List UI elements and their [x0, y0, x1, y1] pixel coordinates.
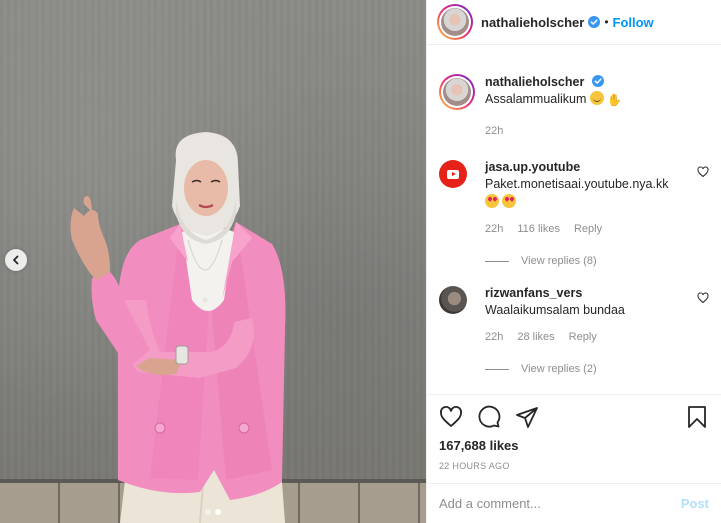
comment-input[interactable] [439, 495, 681, 511]
comment-username[interactable]: jasa.up.youtube [485, 159, 709, 176]
caption-header-line: nathalieholscher [485, 74, 709, 91]
comment-body: jasa.up.youtube Paket.monetisaai.youtube… [485, 159, 709, 238]
chevron-left-icon [13, 255, 19, 265]
instagram-post: nathalieholscher • Follow nathalieholsch… [0, 0, 721, 523]
folded-hands-icon: ✋ [607, 93, 623, 107]
comment: rizwanfans_vers Waalaikumsalam bundaa 22… [439, 286, 709, 346]
caption-username[interactable]: nathalieholscher [485, 75, 584, 89]
author-username[interactable]: nathalieholscher [481, 15, 584, 30]
caption-text-line: Assalammualikum ✋ [485, 91, 709, 109]
woman-figure [70, 132, 286, 523]
view-replies-button[interactable]: View replies (8) [485, 255, 709, 267]
commenter-avatar[interactable] [439, 160, 467, 188]
view-replies-label: View replies (8) [521, 255, 597, 267]
avatar-image [443, 78, 471, 106]
share-paper-plane-icon[interactable] [515, 405, 539, 429]
comment-username[interactable]: rizwanfans_vers [485, 285, 709, 302]
like-heart-icon[interactable] [439, 405, 463, 429]
youtube-logo-icon [447, 169, 459, 179]
heart-eyes-icon [485, 194, 499, 208]
action-bar [439, 395, 709, 439]
view-replies-label: View replies (2) [521, 363, 597, 375]
save-bookmark-icon[interactable] [685, 405, 709, 429]
comment-likes[interactable]: 116 likes [517, 221, 560, 238]
comment-time: 22h [485, 223, 504, 235]
post-actions: 167,688 likes 22 HOURS AGO Post [427, 394, 721, 522]
heart-eyes-icon [502, 194, 517, 208]
comment-meta: 22h 116 likes Reply [485, 221, 709, 238]
comment-meta: 22h 28 likes Reply [485, 329, 709, 346]
comment-text: Waalaikumsalam bundaa [485, 303, 625, 317]
caption-time: 22h [485, 125, 504, 137]
carousel-indicator [205, 509, 221, 515]
verified-badge-icon [591, 75, 604, 87]
comment: jasa.up.youtube Paket.monetisaai.youtube… [439, 160, 709, 238]
verified-badge-icon [588, 16, 601, 28]
follow-button[interactable]: Follow [613, 15, 654, 30]
carousel-dot [205, 509, 211, 515]
like-comment-heart-icon[interactable] [697, 292, 709, 304]
add-comment-bar: Post [427, 483, 721, 522]
caption-avatar-wrap [439, 74, 475, 140]
comments-list[interactable]: nathalieholscher Assalammualikum ✋ 22h j… [427, 46, 721, 394]
post-sidebar: nathalieholscher • Follow nathalieholsch… [426, 0, 721, 523]
caption-body: nathalieholscher Assalammualikum ✋ 22h [485, 74, 709, 140]
avatar-image [441, 8, 469, 36]
caption-meta: 22h [485, 123, 709, 140]
post-photo[interactable] [0, 0, 426, 523]
carousel-dot-active [215, 509, 221, 515]
comment-likes[interactable]: 28 likes [517, 329, 554, 346]
header-separator: • [604, 15, 609, 29]
post-timestamp: 22 HOURS AGO [439, 461, 510, 471]
comment-time: 22h [485, 331, 504, 343]
post-header: nathalieholscher • Follow [427, 0, 721, 45]
likes-count[interactable]: 167,688 likes [439, 438, 709, 453]
commenter-avatar[interactable] [439, 286, 467, 314]
reply-button[interactable]: Reply [574, 221, 602, 238]
comment-avatar-wrap [439, 160, 473, 238]
post-comment-button[interactable]: Post [681, 496, 709, 511]
reply-button[interactable]: Reply [569, 329, 597, 346]
avatar-inner [441, 76, 473, 108]
caption: nathalieholscher Assalammualikum ✋ 22h [439, 74, 709, 140]
view-replies-button[interactable]: View replies (2) [485, 363, 709, 375]
avatar-inner [439, 6, 471, 38]
like-comment-heart-icon[interactable] [697, 166, 709, 178]
comment-bubble-icon[interactable] [477, 405, 501, 429]
carousel-prev-button[interactable] [5, 249, 27, 271]
caption-avatar[interactable] [439, 74, 475, 110]
replies-divider [485, 260, 509, 262]
author-avatar[interactable] [437, 4, 473, 40]
comment-text: Paket.monetisaai.youtube.nya.kk [485, 177, 669, 191]
comment-avatar-wrap [439, 286, 473, 346]
comment-emojis [485, 194, 709, 211]
comment-body: rizwanfans_vers Waalaikumsalam bundaa 22… [485, 285, 709, 346]
caption-text: Assalammualikum [485, 92, 587, 106]
smiling-face-icon [589, 91, 604, 105]
replies-divider [485, 368, 509, 370]
